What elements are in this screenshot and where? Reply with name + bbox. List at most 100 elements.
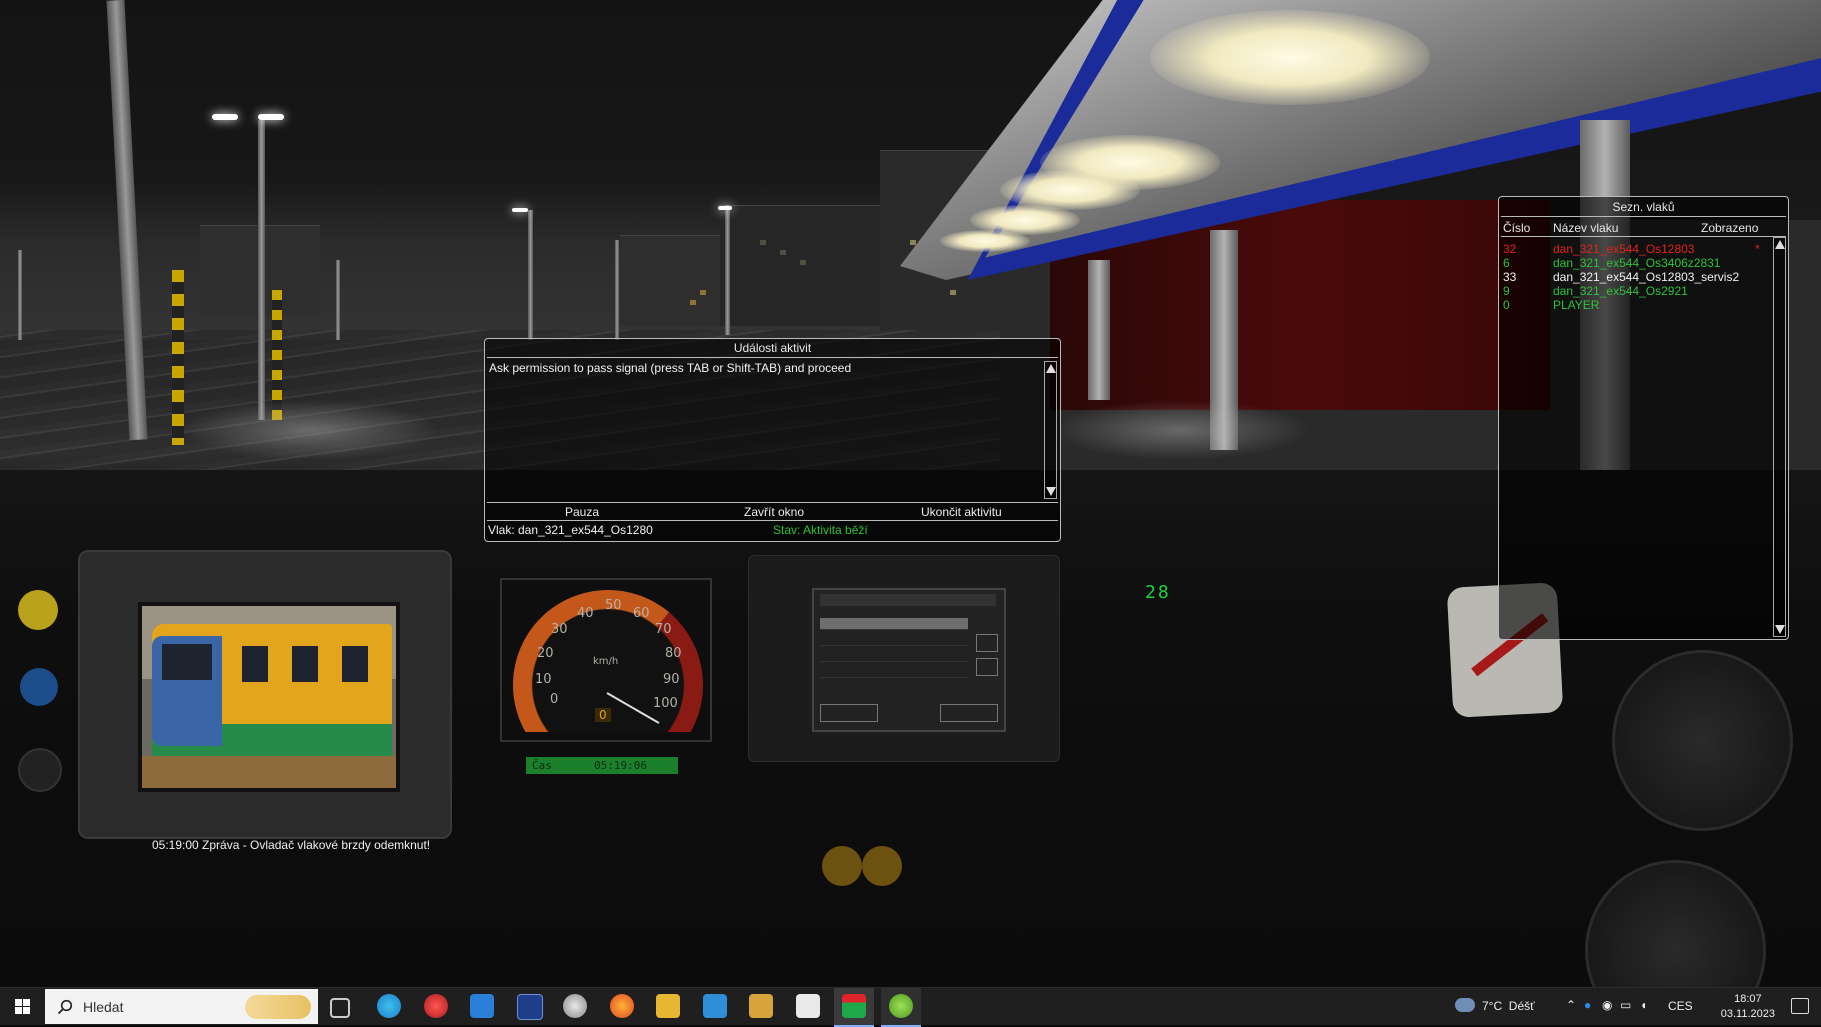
language-indicator[interactable]: CES xyxy=(1668,999,1693,1013)
monitor-icon[interactable] xyxy=(517,994,543,1020)
scroll-up-icon[interactable] xyxy=(1775,240,1785,249)
status-label: Stav: Aktivita běží xyxy=(773,523,868,537)
end-activity-button[interactable]: Ukončit aktivitu xyxy=(921,505,1002,519)
timetable-button[interactable] xyxy=(820,704,878,722)
street-lamp xyxy=(718,206,732,210)
edge-icon[interactable] xyxy=(377,994,401,1018)
platform-column xyxy=(1088,260,1110,400)
start-button[interactable] xyxy=(0,988,44,1025)
weather-text: 7°C Déšť xyxy=(1482,999,1535,1013)
ceiling-light xyxy=(1000,170,1140,210)
search-box[interactable]: Hledat xyxy=(45,989,318,1024)
train-number: 0 xyxy=(1503,298,1510,312)
speed-tick: 100 xyxy=(653,696,678,711)
train-name: dan_321_ex544_Os12803_servis2 xyxy=(1553,270,1740,284)
game-icon[interactable] xyxy=(424,994,448,1018)
yellow-button[interactable] xyxy=(18,590,58,630)
train-list-row[interactable]: 6 dan_321_ex544_Os3406z2831 xyxy=(1503,256,1773,270)
green-app-icon xyxy=(889,994,913,1018)
taskbar: Hledat 7°C Déšť ⌃ ● ◉ ▭ ◖ CES 18:07 03.1… xyxy=(0,987,1821,1027)
column-header-name: Název vlaku xyxy=(1553,221,1619,235)
firefox-icon[interactable] xyxy=(610,994,634,1018)
window-title[interactable]: Události aktivit xyxy=(485,341,1060,355)
chevron-up-icon[interactable]: ⌃ xyxy=(1566,998,1576,1012)
blue-button[interactable] xyxy=(20,668,58,706)
steam-icon[interactable] xyxy=(563,994,587,1018)
camera-monitor xyxy=(138,602,400,792)
lamp-post xyxy=(528,210,533,340)
speed-unit: km/h xyxy=(593,656,619,667)
lamp-post xyxy=(336,260,340,340)
network-icon[interactable]: ▭ xyxy=(1620,998,1631,1012)
activity-events-window[interactable]: Události aktivit Ask permission to pass … xyxy=(484,338,1061,542)
street-lamp xyxy=(258,114,284,120)
cab-message: 05:19:00 Zpráva - Ovladač vlakové brzdy … xyxy=(152,838,431,852)
ground-light xyxy=(180,400,440,460)
steam-tray-icon[interactable]: ◉ xyxy=(1602,998,1612,1012)
divider xyxy=(487,357,1058,358)
train-list-row[interactable]: 33 dan_321_ex544_Os12803_servis2 xyxy=(1503,270,1773,284)
scroll-down-icon[interactable] xyxy=(1775,625,1785,634)
clock-time: 18:07 xyxy=(1734,993,1762,1005)
explorer-icon[interactable] xyxy=(656,994,680,1018)
scrollbar[interactable] xyxy=(1773,237,1786,637)
scroll-up-icon[interactable] xyxy=(1046,364,1056,373)
task-view-icon[interactable] xyxy=(330,998,350,1018)
signal-post xyxy=(172,270,184,445)
close-window-button[interactable]: Zavřít okno xyxy=(744,505,804,519)
pause-button[interactable]: Pauza xyxy=(565,505,599,519)
speed-tick: 60 xyxy=(633,606,650,621)
notification-icon[interactable] xyxy=(1791,998,1809,1014)
train-number: 32 xyxy=(1503,242,1517,256)
train-number: 33 xyxy=(1503,270,1517,284)
train-label: Vlak: dan_321_ex544_Os1280 xyxy=(488,523,653,537)
timetable-screen[interactable] xyxy=(812,588,1006,732)
menu-button[interactable] xyxy=(940,704,998,722)
ceiling-light xyxy=(940,230,1030,252)
lamp-post xyxy=(258,120,265,420)
search-icon xyxy=(57,999,73,1015)
folder-paint-icon[interactable] xyxy=(749,994,773,1018)
weather-icon xyxy=(1455,998,1475,1012)
control-knob[interactable] xyxy=(862,846,902,886)
clock-bar: Čas 05:19:06 xyxy=(526,757,678,774)
clock-date: 03.11.2023 xyxy=(1720,1008,1775,1020)
arrow-up-icon[interactable] xyxy=(976,634,998,652)
train-list-window[interactable]: Sezn. vlaků Číslo Název vlaku Zobrazeno … xyxy=(1498,196,1789,640)
train-name: dan_321_ex544_Os12803 xyxy=(1553,242,1695,256)
lamp-post xyxy=(725,205,730,335)
train-app-taskbar-item[interactable] xyxy=(834,988,874,1027)
speed-tick: 90 xyxy=(663,672,680,687)
speed-readout: 0 xyxy=(595,708,611,722)
column-header-number: Číslo xyxy=(1503,221,1531,235)
speed-tick: 70 xyxy=(655,622,672,637)
windows-icon xyxy=(14,999,30,1014)
train-list-row[interactable]: 9 dan_321_ex544_Os2921 xyxy=(1503,284,1773,298)
search-highlight-icon xyxy=(245,995,311,1019)
window-title[interactable]: Sezn. vlaků xyxy=(1499,200,1788,214)
street-lamp xyxy=(212,114,238,120)
arrow-down-icon[interactable] xyxy=(976,658,998,676)
pressure-gauge xyxy=(1612,650,1793,831)
speed-tick: 0 xyxy=(550,692,559,707)
train-number: 6 xyxy=(1503,256,1510,270)
building xyxy=(620,235,720,326)
train-list-row[interactable]: 32 dan_321_ex544_Os12803 * xyxy=(1503,242,1773,256)
volume-icon[interactable]: ◖ xyxy=(1640,998,1647,1012)
camera-icon[interactable] xyxy=(703,994,727,1018)
building xyxy=(720,205,890,326)
grey-button[interactable] xyxy=(18,748,62,792)
green-app-taskbar-item[interactable] xyxy=(881,988,921,1027)
control-knob[interactable] xyxy=(822,846,862,886)
scroll-down-icon[interactable] xyxy=(1046,487,1056,496)
ceiling-light xyxy=(1150,10,1430,105)
train-list-row[interactable]: 0 PLAYER xyxy=(1503,298,1773,312)
notepad-icon[interactable] xyxy=(796,994,820,1018)
train-name: PLAYER xyxy=(1553,298,1600,312)
store-icon[interactable] xyxy=(470,994,494,1018)
scrollbar[interactable] xyxy=(1044,361,1057,499)
train-name: dan_321_ex544_Os3406z2831 xyxy=(1553,256,1721,270)
clock-time: 05:19:06 xyxy=(594,759,647,772)
droplet-icon[interactable]: ● xyxy=(1584,998,1591,1012)
clock[interactable]: 18:07 03.11.2023 xyxy=(1721,992,1775,1022)
